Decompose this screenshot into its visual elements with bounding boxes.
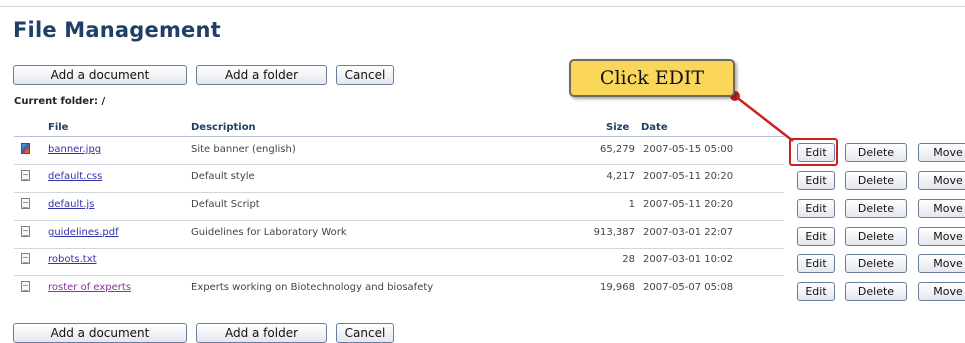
file-description: Guidelines for Laboratory Work [191,227,347,238]
file-date: 2007-05-11 20:20 [643,171,734,182]
table-row: roster of experts Experts working on Bio… [0,278,965,304]
delete-button[interactable]: Delete [845,227,907,246]
file-link[interactable]: default.js [48,199,94,210]
file-description: Default Script [191,199,260,210]
edit-button[interactable]: Edit [797,227,835,246]
header-divider [14,136,784,137]
document-file-icon [21,253,30,264]
top-divider [0,6,965,7]
cancel-button-bottom[interactable]: Cancel [336,323,394,343]
move-button[interactable]: Move [918,227,965,246]
add-document-button-top[interactable]: Add a document [13,65,187,85]
add-folder-button-bottom[interactable]: Add a folder [196,323,327,343]
current-folder-label: Current folder: / [14,96,106,107]
column-header-size: Size [606,122,630,133]
delete-button[interactable]: Delete [845,199,907,218]
file-date: 2007-03-01 10:02 [643,254,734,265]
edit-button[interactable]: Edit [797,199,835,218]
callout-click-edit: Click EDIT [569,59,735,97]
row-divider [14,248,784,249]
file-size: 19,968 [600,282,635,293]
move-button[interactable]: Move [918,171,965,190]
file-description: Experts working on Biotechnology and bio… [191,282,434,293]
row-divider [14,192,784,193]
file-link[interactable]: roster of experts [48,282,131,293]
file-date: 2007-05-15 05:00 [643,144,734,155]
delete-button[interactable]: Delete [845,171,907,190]
table-row: robots.txt 28 2007-03-01 10:02 Edit Dele… [0,250,965,276]
file-date: 2007-03-01 22:07 [643,227,734,238]
edit-button[interactable]: Edit [797,254,835,273]
file-date: 2007-05-07 05:08 [643,282,734,293]
row-divider [14,164,784,165]
move-button[interactable]: Move [918,282,965,301]
file-link[interactable]: banner.jpg [48,144,101,155]
move-button[interactable]: Move [918,199,965,218]
table-row: default.css Default style 4,217 2007-05-… [0,167,965,193]
column-header-file: File [48,122,69,133]
file-description: Default style [191,171,255,182]
image-file-icon [21,143,30,154]
file-size: 1 [628,199,635,210]
edit-highlight-box [789,138,838,166]
add-folder-button-top[interactable]: Add a folder [196,65,327,85]
document-file-icon [21,281,30,292]
document-file-icon [21,226,30,237]
document-file-icon [21,198,30,209]
move-button[interactable]: Move [918,143,965,162]
file-size: 4,217 [606,171,635,182]
file-size: 28 [622,254,635,265]
delete-button[interactable]: Delete [845,143,907,162]
cancel-button-top[interactable]: Cancel [336,65,394,85]
file-link[interactable]: guidelines.pdf [48,227,119,238]
table-row: guidelines.pdf Guidelines for Laboratory… [0,223,965,249]
page-title: File Management [13,18,221,42]
column-header-date: Date [641,122,668,133]
add-document-button-bottom[interactable]: Add a document [13,323,187,343]
table-row: default.js Default Script 1 2007-05-11 2… [0,195,965,221]
file-description: Site banner (english) [191,144,296,155]
file-link[interactable]: robots.txt [48,254,97,265]
column-header-description: Description [191,122,256,133]
edit-button[interactable]: Edit [797,171,835,190]
file-size: 913,387 [593,227,635,238]
delete-button[interactable]: Delete [845,254,907,273]
file-size: 65,279 [600,144,635,155]
edit-button[interactable]: Edit [797,282,835,301]
file-date: 2007-05-11 20:20 [643,199,734,210]
row-divider [14,275,784,276]
move-button[interactable]: Move [918,254,965,273]
delete-button[interactable]: Delete [845,282,907,301]
row-divider [14,220,784,221]
file-link[interactable]: default.css [48,171,102,182]
document-file-icon [21,170,30,181]
